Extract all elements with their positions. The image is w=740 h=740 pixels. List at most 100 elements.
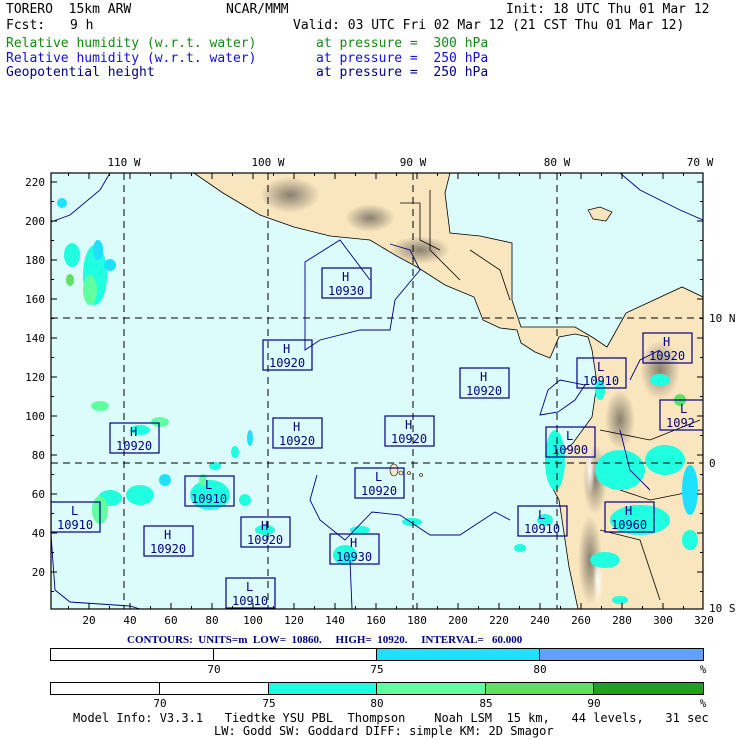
colorbar-segment [376,648,541,661]
longitude-label: 100 W [251,156,284,169]
colorbar-label: 70 [153,697,167,710]
colorbar-label: 90 [587,697,601,710]
x-tick-label: 80 [205,614,218,627]
center-type: H [342,270,349,284]
y-tick-label: 180 [25,254,45,267]
humidity-patch [231,446,239,458]
humidity-patch [239,494,251,506]
center-type: H [164,528,171,542]
center-type: H [405,418,412,432]
x-tick-label: 180 [407,614,427,627]
center-value: 10920 [391,432,427,446]
center-type: L [205,478,212,492]
center-value: 10910 [232,594,268,608]
x-tick-label: 320 [694,614,714,627]
y-tick-label: 20 [32,566,45,579]
humidity-patch [545,430,565,490]
humidity-patch [91,401,109,411]
x-tick-label: 200 [448,614,468,627]
center-type: H [663,335,670,349]
x-tick-label: 140 [325,614,345,627]
center-value: 10960 [611,518,647,532]
humidity-patch [650,374,670,386]
model-info-line2: LW: Godd SW: Goddard DIFF: simple KM: 2D… [214,724,554,738]
x-tick-label: 280 [612,614,632,627]
humidity-patch [645,445,685,475]
center-value: 10920 [279,434,315,448]
contours-info: CONTOURS: UNITS=m LOW= 10860. HIGH= 1092… [127,634,523,646]
colorbar-segment [50,648,215,661]
humidity-patch [682,465,698,515]
center-type: L [566,429,573,443]
center-type: L [246,580,253,594]
center-type: L [71,504,78,518]
latitude-label: 10 N [709,312,736,325]
humidity-patch [93,240,103,260]
humidity-patch [64,243,80,267]
colorbar-label: 75 [262,697,276,710]
center-type: H [625,504,632,518]
colorbar-label: % [699,697,707,710]
x-tick-label: 20 [82,614,95,627]
humidity-patch [402,518,422,526]
y-tick-label: 160 [25,293,45,306]
colorbar-label: 80 [533,663,547,676]
model-info-line1: Model Info: V3.3.1 Tiedtke YSU PBL Thomp… [73,711,709,725]
longitude-label: 70 W [687,156,714,169]
center-type: L [680,402,687,416]
y-tick-label: 40 [32,527,45,540]
colorbar-label: 80 [370,697,384,710]
center-type: H [130,425,137,439]
center-type: L [538,508,545,522]
humidity-patch [126,485,154,505]
latitude-label: 10 S [709,602,736,615]
x-tick-label: 60 [164,614,177,627]
humidity-patch [350,526,370,534]
map-plot: H10930H10920H10920L10910H10920L1092H1092… [25,156,736,627]
center-value: 10910 [524,522,560,536]
center-value: 10930 [328,284,364,298]
latitude-label: 0 [709,457,716,470]
colorbar-label: 75 [370,663,384,676]
colorbar-segment [50,682,161,695]
y-tick-label: 60 [32,488,45,501]
colorbar-segment [485,682,595,695]
center-value: 10910 [191,492,227,506]
x-tick-label: 160 [366,614,386,627]
x-tick-label: 260 [571,614,591,627]
colorbar-segment [268,682,378,695]
y-tick-label: 100 [25,410,45,423]
y-tick-label: 140 [25,332,45,345]
colorbar-segment [539,648,704,661]
colorbar-segment [159,682,270,695]
colorbar-segment [593,682,704,695]
y-tick-label: 220 [25,176,45,189]
center-value: 10900 [552,443,588,457]
x-tick-label: 300 [653,614,673,627]
humidity-patch [83,275,97,305]
humidity-patch [612,596,628,604]
center-value: 10920 [269,356,305,370]
longitude-label: 90 W [400,156,427,169]
center-value: 10920 [247,533,283,547]
colorbar-label: % [699,663,707,676]
y-tick-label: 200 [25,215,45,228]
humidity-patch [247,430,253,446]
longitude-label: 110 W [107,156,140,169]
center-type: L [597,360,604,374]
x-tick-label: 220 [489,614,509,627]
center-type: H [283,342,290,356]
x-tick-label: 40 [123,614,136,627]
center-value: 10930 [336,550,372,564]
humidity-patch [151,417,169,427]
colorbar-segment [376,682,487,695]
center-type: L [375,470,382,484]
center-type: H [293,420,300,434]
center-type: H [480,370,487,384]
humidity-patch [590,552,620,568]
center-value: 10910 [57,518,93,532]
center-value: 10920 [649,349,685,363]
humidity-patch [595,450,645,490]
x-tick-label: 240 [530,614,550,627]
center-type: H [261,519,268,533]
